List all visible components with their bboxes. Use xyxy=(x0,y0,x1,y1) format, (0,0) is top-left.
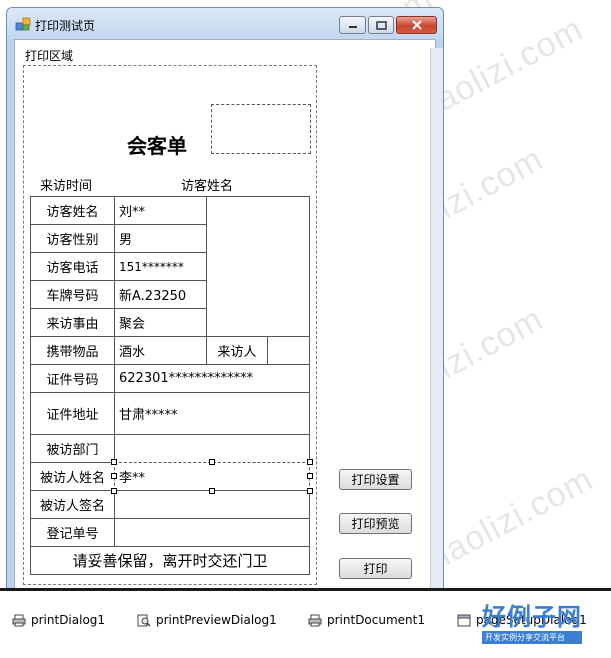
carried-items-value[interactable]: 酒水 xyxy=(114,336,207,365)
carried-items-label: 携带物品 xyxy=(30,336,115,365)
print-preview-button[interactable]: 打印预览 xyxy=(339,513,412,534)
visitor-gender-label: 访客性别 xyxy=(30,224,115,253)
id-number-label: 证件号码 xyxy=(30,364,115,393)
tray-item-print-dialog[interactable]: printDialog1 xyxy=(12,613,105,627)
visitor-name-label: 访客姓名 xyxy=(30,196,115,225)
print-preview-icon xyxy=(137,614,151,627)
visitor-gender-value[interactable]: 男 xyxy=(114,224,207,253)
visitor-name-value[interactable]: 刘** xyxy=(114,196,207,225)
visitor-name-header-label: 访客姓名 xyxy=(181,179,234,194)
logo-subtitle: 开发实例分享交流平台 xyxy=(482,631,582,644)
tray-item-label: printDocument1 xyxy=(327,613,425,627)
resize-handle[interactable] xyxy=(111,473,117,479)
visitor-phone-value[interactable]: 151******* xyxy=(114,252,207,281)
id-address-label: 证件地址 xyxy=(30,392,115,435)
window-title: 打印测试页 xyxy=(35,19,96,33)
print-button[interactable]: 打印 xyxy=(339,558,412,579)
close-icon xyxy=(411,20,422,30)
visitor-count-value[interactable] xyxy=(267,336,310,365)
site-logo: 好例子网 开发实例分享交流平台 xyxy=(482,603,582,653)
photo-placeholder-box xyxy=(211,104,311,154)
id-number-value[interactable]: 622301************* xyxy=(114,364,310,393)
resize-handle[interactable] xyxy=(307,473,313,479)
form-title: 会客单 xyxy=(127,134,187,158)
visit-reason-label: 来访事由 xyxy=(30,308,115,337)
resize-handle[interactable] xyxy=(307,488,313,494)
registration-number-value[interactable] xyxy=(114,518,310,547)
logo-title: 好例子网 xyxy=(482,602,582,631)
visit-reason-value[interactable]: 聚会 xyxy=(114,308,207,337)
plate-number-label: 车牌号码 xyxy=(30,280,115,309)
host-signature-label: 被访人签名 xyxy=(30,490,115,519)
printer-icon xyxy=(12,614,26,626)
resize-handle[interactable] xyxy=(307,459,313,465)
print-area-group-label: 打印区域 xyxy=(25,49,74,63)
maximize-button[interactable] xyxy=(368,16,394,34)
host-name-value[interactable]: 李** xyxy=(114,462,310,491)
photo-cell xyxy=(206,196,310,337)
print-test-window: 打印测试页 打印区域 会客单 来访时间 访客姓名 访客姓名 刘** 访客性别 男… xyxy=(6,7,444,593)
visit-time-label: 来访时间 xyxy=(40,179,93,194)
id-address-value[interactable]: 甘肃***** xyxy=(114,392,310,435)
tray-item-label: printPreviewDialog1 xyxy=(156,613,277,627)
resize-handle[interactable] xyxy=(209,459,215,465)
title-bar[interactable]: 打印测试页 xyxy=(7,8,443,39)
print-settings-button[interactable]: 打印设置 xyxy=(339,469,412,490)
visitor-phone-label: 访客电话 xyxy=(30,252,115,281)
printer-icon xyxy=(308,614,322,626)
app-icon xyxy=(15,17,31,31)
vertical-scrollbar[interactable] xyxy=(430,48,443,592)
visitor-count-label: 来访人 xyxy=(206,336,268,365)
host-department-label: 被访部门 xyxy=(30,434,115,463)
resize-handle[interactable] xyxy=(111,488,117,494)
host-signature-value[interactable] xyxy=(114,490,310,519)
tray-item-print-document[interactable]: printDocument1 xyxy=(308,613,425,627)
minimize-icon xyxy=(348,26,357,28)
print-area-panel: 会客单 来访时间 访客姓名 访客姓名 刘** 访客性别 男 访客电话 151**… xyxy=(23,65,317,585)
resize-handle[interactable] xyxy=(209,488,215,494)
form-footer-note: 请妥善保留，离开时交还门卫 xyxy=(30,546,310,575)
plate-number-value[interactable]: 新A.23250 xyxy=(114,280,207,309)
maximize-icon xyxy=(375,20,387,30)
minimize-button[interactable] xyxy=(339,16,366,34)
registration-number-label: 登记单号 xyxy=(30,518,115,547)
tray-item-label: printDialog1 xyxy=(31,613,106,627)
tray-separator xyxy=(0,588,611,591)
page-setup-icon xyxy=(457,614,471,626)
tray-item-print-preview-dialog[interactable]: printPreviewDialog1 xyxy=(137,613,277,627)
close-button[interactable] xyxy=(396,16,437,34)
form-client-area: 打印区域 会客单 来访时间 访客姓名 访客姓名 刘** 访客性别 男 访客电话 … xyxy=(14,39,436,592)
host-name-label: 被访人姓名 xyxy=(30,462,115,491)
resize-handle[interactable] xyxy=(111,459,117,465)
